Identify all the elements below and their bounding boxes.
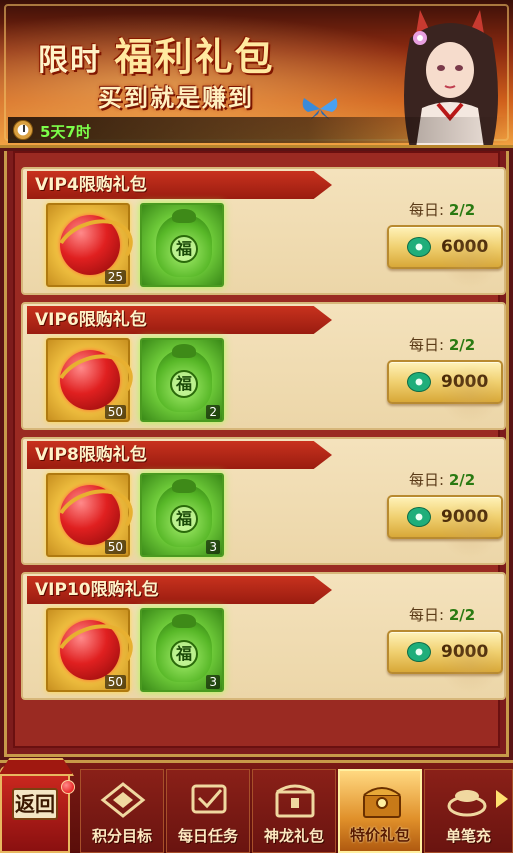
special-offer-icon xyxy=(363,787,401,818)
back-label: 返回 xyxy=(12,788,58,820)
tab-label: 积分目标 xyxy=(91,827,152,845)
jade-coin-icon xyxy=(407,237,431,257)
tab-label: 每日任务 xyxy=(177,827,238,845)
daily-value: 2/2 xyxy=(448,471,476,489)
item-quantity: 50 xyxy=(104,540,126,554)
bottom-nav: 积分目标 每日任务 神龙礼包 特价礼包 单笔充 xyxy=(0,760,513,853)
daily-value: 2/2 xyxy=(448,336,476,354)
pack-card: VIP4限购礼包 25 福 每日: 2/2 6000 xyxy=(21,167,506,295)
item-slot-lucky-bag[interactable]: 福 3 xyxy=(140,608,224,692)
pack-card: VIP10限购礼包 50 福 3 每日: 2/2 9000 xyxy=(21,572,506,700)
pack-title: VIP6限购礼包 xyxy=(27,306,332,334)
lucky-bag-icon: 福 xyxy=(156,344,212,412)
daily-value: 2/2 xyxy=(448,201,476,219)
price-text: 9000 xyxy=(441,372,489,392)
bag-glyph: 福 xyxy=(170,370,198,398)
single-recharge-icon xyxy=(447,790,487,817)
points-target-icon xyxy=(100,782,146,818)
buy-button[interactable]: 6000 xyxy=(387,225,503,269)
price-text: 9000 xyxy=(441,642,489,662)
item-slot-dragon-orb[interactable]: 50 xyxy=(46,338,130,422)
jade-coin-icon xyxy=(407,372,431,392)
lucky-bag-icon: 福 xyxy=(156,209,212,277)
banner-title: 限时 福利礼包 xyxy=(38,26,274,81)
pack-card: VIP8限购礼包 50 福 3 每日: 2/2 9000 xyxy=(21,437,506,565)
pack-list[interactable]: VIP4限购礼包 25 福 每日: 2/2 6000 VIP6限购礼包 50 福… xyxy=(13,151,506,748)
tab-special-offer[interactable]: 特价礼包 xyxy=(338,769,422,853)
pagoda-roof-icon xyxy=(0,758,74,776)
buy-button[interactable]: 9000 xyxy=(387,495,503,539)
tab-label: 单笔充 xyxy=(445,827,491,845)
tab-label: 神龙礼包 xyxy=(263,827,324,845)
lucky-bag-icon: 福 xyxy=(156,614,212,682)
tab-dragon-pack[interactable]: 神龙礼包 xyxy=(252,769,336,853)
banner-title-main: 福利礼包 xyxy=(114,35,275,79)
item-quantity: 3 xyxy=(206,540,220,554)
bag-glyph: 福 xyxy=(170,640,198,668)
jade-coin-icon xyxy=(407,642,431,662)
event-banner: 限时 福利礼包 买到就是赚到 5天7时 xyxy=(0,0,513,148)
daily-limit: 每日: 2/2 xyxy=(409,469,475,490)
daily-label: 每日: xyxy=(409,201,445,219)
banner-subtitle: 买到就是赚到 xyxy=(98,84,254,112)
pack-list-panel: VIP4限购礼包 25 福 每日: 2/2 6000 VIP6限购礼包 50 福… xyxy=(4,151,509,757)
daily-limit: 每日: 2/2 xyxy=(409,334,475,355)
dragon-orb-icon xyxy=(60,215,120,275)
tab-points-target[interactable]: 积分目标 xyxy=(80,769,164,853)
daily-limit: 每日: 2/2 xyxy=(409,604,475,625)
countdown-bar: 5天7时 xyxy=(8,117,508,143)
dragon-orb-icon xyxy=(60,620,120,680)
pack-title: VIP10限购礼包 xyxy=(27,576,332,604)
bag-glyph: 福 xyxy=(170,505,198,533)
daily-label: 每日: xyxy=(409,471,445,489)
item-slot-lucky-bag[interactable]: 福 3 xyxy=(140,473,224,557)
item-slot-dragon-orb[interactable]: 50 xyxy=(46,473,130,557)
tab-daily-task[interactable]: 每日任务 xyxy=(166,769,250,853)
item-quantity: 2 xyxy=(206,405,220,419)
daily-label: 每日: xyxy=(409,336,445,354)
tab-single-recharge[interactable]: 单笔充 xyxy=(424,769,513,853)
item-slot-dragon-orb[interactable]: 25 xyxy=(46,203,130,287)
daily-limit: 每日: 2/2 xyxy=(409,199,475,220)
buy-button[interactable]: 9000 xyxy=(387,630,503,674)
daily-label: 每日: xyxy=(409,606,445,624)
item-quantity: 25 xyxy=(104,270,126,284)
item-slot-lucky-bag[interactable]: 福 xyxy=(140,203,224,287)
price-text: 9000 xyxy=(441,507,489,527)
daily-value: 2/2 xyxy=(448,606,476,624)
item-quantity: 50 xyxy=(104,675,126,689)
scroll-right-arrow-icon[interactable] xyxy=(496,790,508,808)
banner-title-prefix: 限时 xyxy=(38,43,102,78)
back-button[interactable]: 返回 xyxy=(0,758,74,853)
price-text: 6000 xyxy=(441,237,489,257)
pack-title: VIP8限购礼包 xyxy=(27,441,332,469)
bag-glyph: 福 xyxy=(170,235,198,263)
item-slot-dragon-orb[interactable]: 50 xyxy=(46,608,130,692)
item-quantity: 50 xyxy=(104,405,126,419)
buy-button[interactable]: 9000 xyxy=(387,360,503,404)
tab-label: 特价礼包 xyxy=(349,826,410,844)
clock-icon xyxy=(13,120,33,140)
pack-title: VIP4限购礼包 xyxy=(27,171,332,199)
dragon-pack-icon xyxy=(275,784,315,818)
pack-card: VIP6限购礼包 50 福 2 每日: 2/2 9000 xyxy=(21,302,506,430)
dragon-orb-icon xyxy=(60,350,120,410)
item-quantity: 3 xyxy=(206,675,220,689)
dragon-orb-icon xyxy=(60,485,120,545)
item-slot-lucky-bag[interactable]: 福 2 xyxy=(140,338,224,422)
lucky-bag-icon: 福 xyxy=(156,479,212,547)
notification-dot xyxy=(61,780,75,794)
countdown-text: 5天7时 xyxy=(40,123,91,141)
jade-coin-icon xyxy=(407,507,431,527)
daily-task-icon xyxy=(191,784,227,814)
